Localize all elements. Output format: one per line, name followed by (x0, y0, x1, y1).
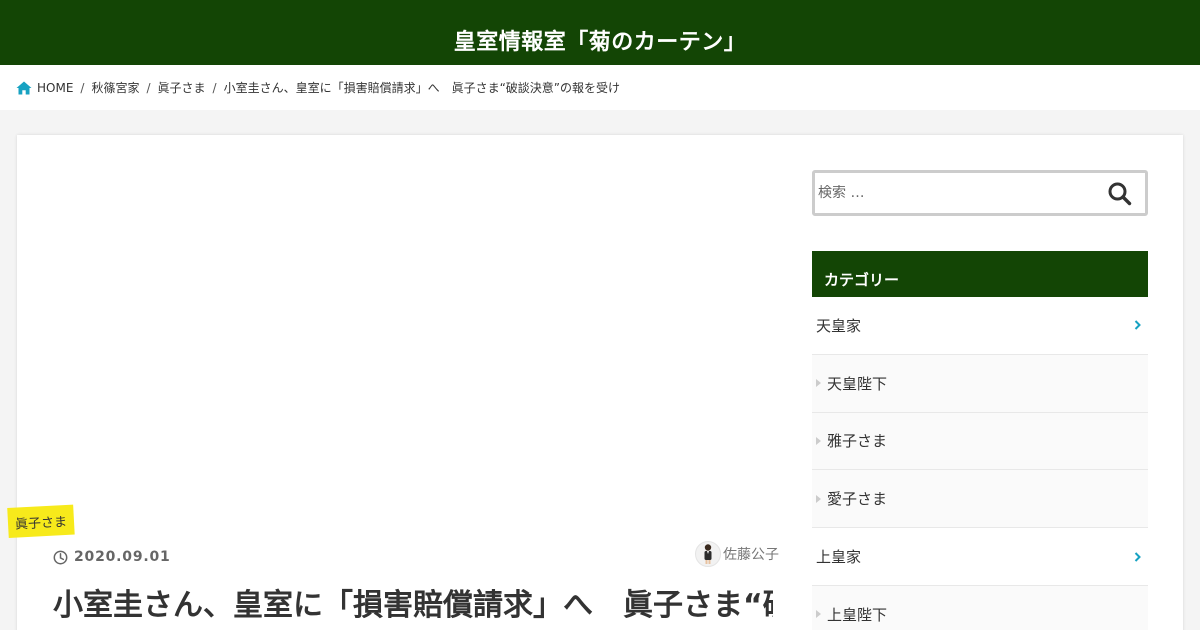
category-label-text: 雅子さま (827, 432, 888, 451)
home-icon (16, 81, 32, 94)
post-date-text: 2020.09.01 (74, 549, 171, 565)
category-label-text: 天皇家 (816, 316, 862, 335)
site-title[interactable]: 皇室情報室「菊のカーテン」 (454, 24, 747, 56)
triangle-bullet-icon (816, 436, 821, 445)
category-item[interactable]: 上皇家 (812, 528, 1148, 586)
breadcrumb-home[interactable]: HOME (37, 81, 73, 95)
breadcrumb-mako[interactable]: 眞子さま (158, 79, 206, 96)
category-item[interactable]: 愛子さま (812, 470, 1148, 529)
category-item[interactable]: 天皇陛下 (812, 354, 1148, 413)
breadcrumb-separator: / (146, 80, 151, 95)
eyecatch-image (17, 135, 812, 520)
triangle-bullet-icon (816, 379, 821, 388)
category-label-text: 上皇陛下 (827, 605, 888, 624)
triangle-bullet-icon (816, 494, 821, 503)
author-name: 佐藤公子 (723, 547, 779, 563)
category-list: 天皇家 天皇陛下 雅子さま 愛子さま 上皇家 上皇陛下 (812, 297, 1148, 630)
person-icon (704, 544, 712, 564)
search-form (812, 170, 1148, 216)
post-title: 小室圭さん、皇室に「損害賠償請求」へ 眞子さま“破談決意”の報を受け (53, 588, 773, 623)
author-avatar (695, 541, 721, 567)
category-label[interactable]: 眞子さま (7, 504, 75, 538)
breadcrumb: HOME / 秋篠宮家 / 眞子さま / 小室圭さん、皇室に「損害賠償請求」へ … (0, 65, 1200, 110)
category-item[interactable]: 天皇家 (812, 297, 1148, 355)
breadcrumb-separator: / (212, 80, 217, 95)
search-button[interactable] (1107, 181, 1133, 207)
category-item[interactable]: 雅子さま (812, 412, 1148, 471)
post-date: 2020.09.01 (53, 549, 171, 565)
category-item[interactable]: 上皇陛下 (812, 585, 1148, 630)
post-author[interactable]: 佐藤公子 (695, 541, 779, 567)
category-label-text: 天皇陛下 (827, 374, 888, 393)
site-header: 皇室情報室「菊のカーテン」 (0, 0, 1200, 65)
search-icon (1108, 182, 1132, 206)
chevron-right-icon (1134, 551, 1141, 562)
categories-widget-title: カテゴリー (812, 251, 1148, 297)
triangle-bullet-icon (816, 610, 821, 619)
chevron-right-icon (1134, 320, 1141, 331)
clock-icon (53, 550, 68, 564)
category-label-text: 愛子さま (827, 490, 888, 509)
search-input[interactable] (815, 185, 1095, 201)
category-label-text: 上皇家 (816, 548, 862, 567)
breadcrumb-akishino[interactable]: 秋篠宮家 (91, 79, 139, 96)
breadcrumb-current: 小室圭さん、皇室に「損害賠償請求」へ 眞子さま“破談決意”の報を受け (223, 81, 621, 95)
breadcrumb-separator: / (80, 80, 85, 95)
